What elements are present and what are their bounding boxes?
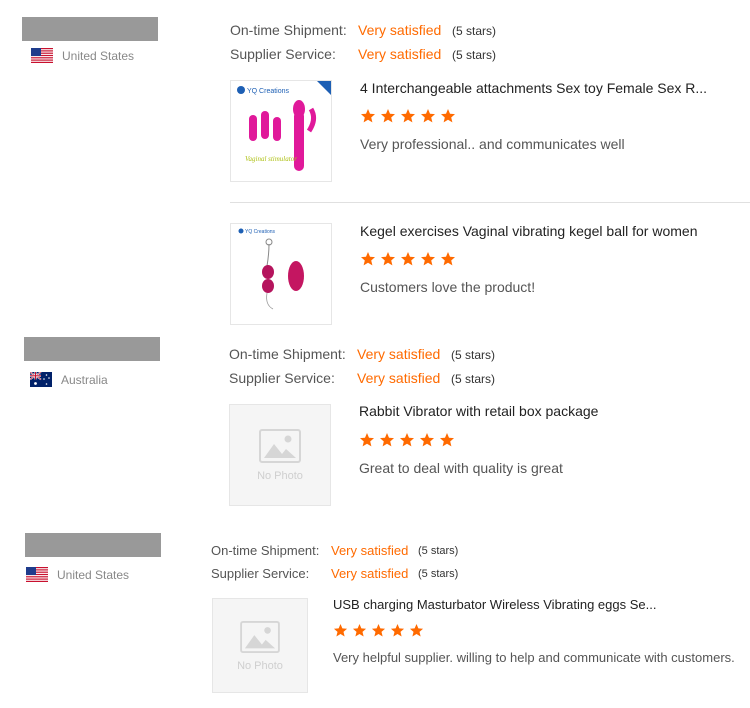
image-placeholder-icon — [259, 429, 301, 463]
shipment-stars: (5 stars) — [418, 545, 459, 557]
product-image-vibrator: YQ Creations Vaginal stimulator — [237, 81, 331, 171]
service-label: Supplier Service: — [230, 46, 336, 62]
star-icon — [360, 433, 374, 447]
product-divider — [230, 202, 750, 203]
product-title-link[interactable]: 4 Interchangeable attachments Sex toy Fe… — [360, 80, 740, 96]
us-flag-icon — [31, 48, 53, 63]
service-value: Very satisfied — [331, 566, 409, 581]
reviewer-country: United States — [31, 48, 134, 63]
service-value: Very satisfied — [357, 370, 441, 386]
service-stars: (5 stars) — [418, 568, 459, 580]
shipment-stars: (5 stars) — [451, 348, 496, 362]
us-flag-icon — [26, 567, 48, 582]
product-rating-stars — [333, 623, 424, 638]
product-thumbnail[interactable]: No Photo — [212, 598, 308, 693]
star-icon — [361, 109, 375, 123]
shipment-value: Very satisfied — [357, 346, 441, 362]
reviewer-name-redacted — [25, 533, 161, 557]
star-icon — [440, 433, 454, 447]
svg-text:YQ Creations: YQ Creations — [245, 229, 276, 235]
shipment-value: Very satisfied — [331, 543, 409, 558]
service-stars: (5 stars) — [451, 372, 496, 386]
service-value: Very satisfied — [358, 46, 442, 62]
star-icon — [352, 623, 367, 637]
product-thumbnail[interactable]: YQ Creations Vaginal stimulator — [230, 80, 332, 182]
review-comment: Very helpful supplier. willing to help a… — [333, 650, 735, 665]
star-icon — [333, 623, 348, 637]
product-title-link[interactable]: Rabbit Vibrator with retail box package — [359, 403, 739, 419]
svg-text:Vaginal stimulator: Vaginal stimulator — [245, 155, 297, 163]
country-name: United States — [57, 567, 130, 582]
shipment-label: On-time Shipment: — [229, 346, 346, 362]
star-icon — [401, 252, 415, 266]
review-comment: Customers love the product! — [360, 279, 536, 295]
country-name: Australia — [61, 372, 108, 387]
star-icon — [371, 623, 386, 637]
star-icon — [441, 252, 455, 266]
review-comment: Very professional.. and communicates wel… — [360, 136, 625, 152]
star-icon — [400, 433, 414, 447]
shipment-value: Very satisfied — [358, 22, 442, 38]
service-label: Supplier Service: — [211, 566, 310, 581]
star-icon — [421, 109, 435, 123]
shipment-label: On-time Shipment: — [211, 543, 320, 558]
reviewer-country: Australia — [29, 371, 108, 387]
country-name: United States — [62, 48, 135, 63]
au-flag-icon — [29, 371, 52, 387]
product-thumbnail[interactable]: No Photo — [229, 404, 331, 506]
product-image-kegel-balls: YQ Creations — [238, 228, 304, 310]
reviewer-name-redacted — [24, 337, 160, 361]
star-icon — [380, 433, 394, 447]
product-rating-stars — [360, 251, 456, 267]
service-label: Supplier Service: — [229, 370, 335, 386]
product-title-link[interactable]: USB charging Masturbator Wireless Vibrat… — [333, 597, 733, 612]
shipment-stars: (5 stars) — [452, 24, 497, 38]
no-photo-text: No Photo — [237, 659, 283, 672]
star-icon — [381, 252, 395, 266]
star-icon — [420, 433, 434, 447]
review-comment: Great to deal with quality is great — [359, 460, 563, 476]
star-icon — [361, 252, 375, 266]
star-icon — [381, 109, 395, 123]
star-icon — [421, 252, 435, 266]
product-rating-stars — [359, 432, 455, 448]
product-rating-stars — [360, 108, 456, 124]
image-placeholder-icon — [240, 620, 280, 653]
product-thumbnail[interactable]: YQ Creations — [230, 223, 332, 325]
shipment-label: On-time Shipment: — [230, 22, 347, 38]
svg-text:YQ Creations: YQ Creations — [247, 88, 290, 95]
star-icon — [401, 109, 415, 123]
product-title-link[interactable]: Kegel exercises Vaginal vibrating kegel … — [360, 223, 740, 239]
star-icon — [390, 623, 405, 637]
reviewer-country: United States — [26, 567, 129, 582]
star-icon — [441, 109, 455, 123]
star-icon — [409, 623, 424, 637]
service-stars: (5 stars) — [452, 48, 497, 62]
reviewer-name-redacted — [22, 17, 158, 41]
no-photo-text: No Photo — [257, 470, 303, 482]
